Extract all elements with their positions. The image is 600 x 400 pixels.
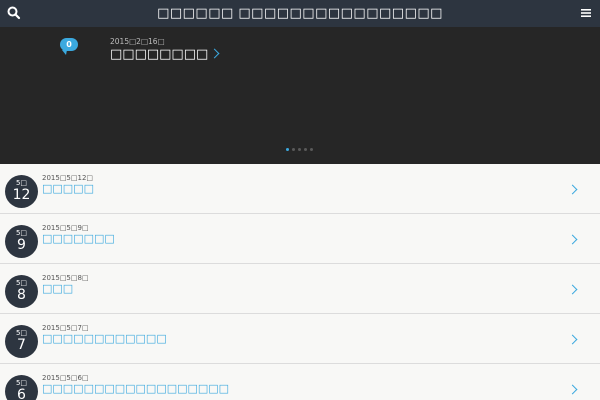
post-list: 5□ 12 2015□5□12□ □□□□□ 5□ 9 2015□5□9□ □□… <box>0 164 600 400</box>
featured-post-date: 2015□2□16□ <box>110 37 165 46</box>
badge-day: 6 <box>17 387 26 400</box>
slider-dot[interactable] <box>310 148 313 151</box>
featured-post-link[interactable]: □□□□□□□□ <box>110 47 220 62</box>
badge-month: 5□ <box>15 229 28 237</box>
chevron-right-icon[interactable] <box>567 184 578 195</box>
post-list-item[interactable]: 5□ 9 2015□5□9□ □□□□□□□ <box>0 214 600 264</box>
post-list-item[interactable]: 5□ 6 2015□5□6□ □□□□□□□□□□□□□□□□□□ <box>0 364 600 400</box>
badge-month: 5□ <box>15 279 28 287</box>
chevron-right-icon[interactable] <box>567 234 578 245</box>
calendar-date-badge: 5□ 12 <box>5 175 38 208</box>
post-title-link[interactable]: □□□□□□□ <box>42 232 115 245</box>
post-list-item[interactable]: 5□ 12 2015□5□12□ □□□□□ <box>0 164 600 214</box>
post-title-link[interactable]: □□□ <box>42 282 73 295</box>
badge-day: 12 <box>12 187 31 203</box>
badge-day: 7 <box>17 337 26 353</box>
calendar-date-badge: 5□ 6 <box>5 375 38 400</box>
badge-day: 8 <box>17 287 26 303</box>
post-title-link[interactable]: □□□□□ <box>42 182 94 195</box>
chevron-right-icon[interactable] <box>567 384 578 395</box>
post-list-item[interactable]: 5□ 7 2015□5□7□ □□□□□□□□□□□□ <box>0 314 600 364</box>
badge-month: 5□ <box>15 329 28 337</box>
comment-count-badge[interactable]: 0 <box>60 38 78 55</box>
slider-pagination <box>286 148 316 152</box>
post-title-link[interactable]: □□□□□□□□□□□□ <box>42 332 167 345</box>
badge-month: 5□ <box>15 379 28 387</box>
slider-dot[interactable] <box>292 148 295 151</box>
badge-month: 5□ <box>15 179 28 187</box>
post-date: 2015□5□6□ <box>42 374 89 382</box>
post-date: 2015□5□7□ <box>42 324 89 332</box>
top-header-bar: □□□□□□ □□□□□□□□□□□□□□□□ <box>0 0 600 27</box>
post-list-item[interactable]: 5□ 8 2015□5□8□ □□□ <box>0 264 600 314</box>
slider-dot[interactable] <box>286 148 289 151</box>
site-title[interactable]: □□□□□□ □□□□□□□□□□□□□□□□ <box>0 5 600 22</box>
chevron-right-icon[interactable] <box>567 284 578 295</box>
post-title-link[interactable]: □□□□□□□□□□□□□□□□□□ <box>42 382 229 395</box>
post-date: 2015□5□9□ <box>42 224 89 232</box>
chevron-right-icon <box>209 48 220 59</box>
chevron-right-icon[interactable] <box>567 334 578 345</box>
slider-dot[interactable] <box>304 148 307 151</box>
calendar-date-badge: 5□ 8 <box>5 275 38 308</box>
post-date: 2015□5□8□ <box>42 274 89 282</box>
calendar-date-badge: 5□ 7 <box>5 325 38 358</box>
featured-slider: 0 2015□2□16□ □□□□□□□□ <box>0 27 600 164</box>
post-date: 2015□5□12□ <box>42 174 94 182</box>
hamburger-menu-icon[interactable] <box>578 5 594 21</box>
slider-dot[interactable] <box>298 148 301 151</box>
badge-day: 9 <box>17 237 26 253</box>
calendar-date-badge: 5□ 9 <box>5 225 38 258</box>
featured-post-title: □□□□□□□□ <box>110 47 209 62</box>
